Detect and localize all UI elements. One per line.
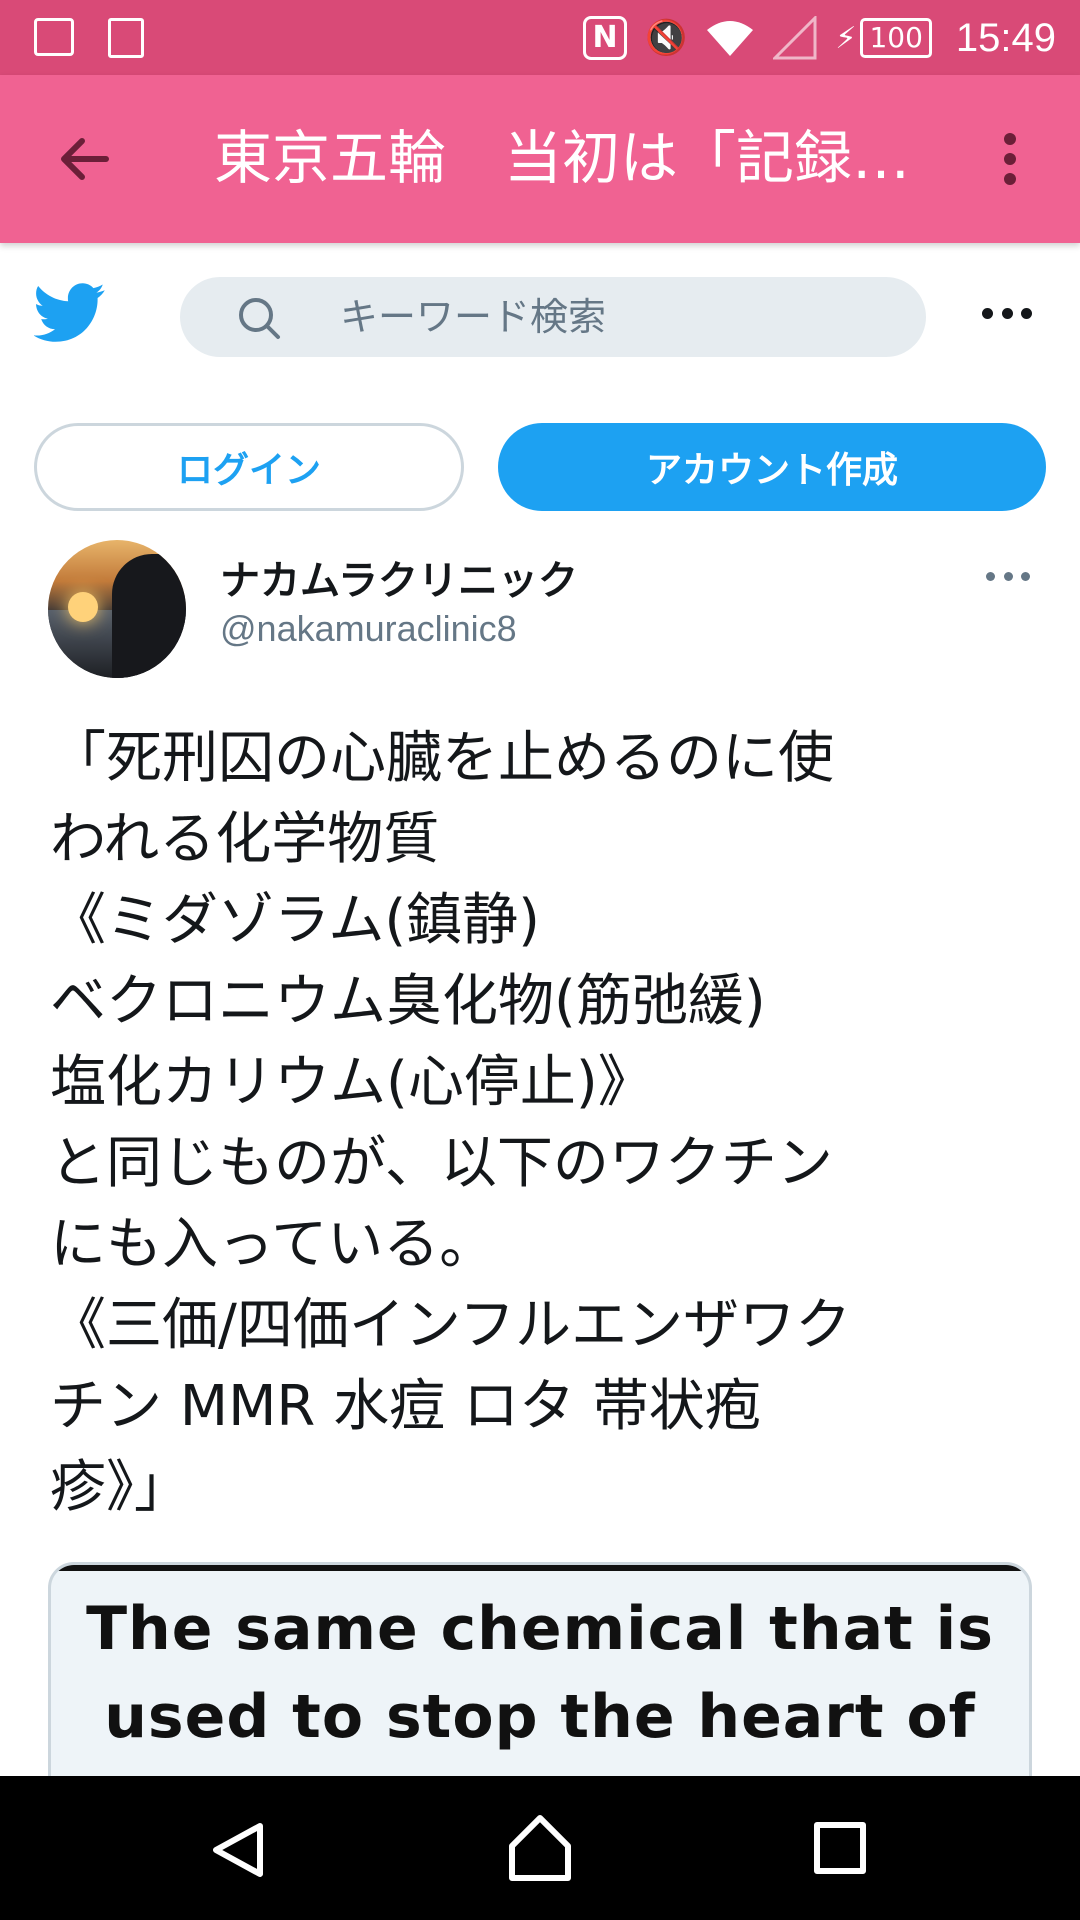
charging-icon: ⚡ — [835, 20, 857, 56]
tweet-text: 「死刑囚の心臓を止めるのに使 われる化学物質 《ミダゾラム(鎮静) ベクロニウム… — [50, 718, 1010, 1528]
notification-icon — [34, 18, 74, 56]
battery-level: 100 — [860, 18, 932, 58]
nav-recents-icon[interactable] — [814, 1822, 866, 1874]
username[interactable]: @nakamuraclinic8 — [220, 608, 517, 650]
tweet-text-line: 《三価/四価インフルエンザワク — [50, 1293, 852, 1358]
mute-icon: 🔇 — [645, 18, 688, 58]
twitter-bird-icon[interactable] — [34, 283, 106, 343]
media-text-line: The same chemical that is — [86, 1594, 994, 1664]
back-button[interactable] — [48, 123, 120, 195]
tweet-text-line: ベクロニウム臭化物(筋弛緩) — [50, 969, 766, 1034]
media-text-line: used to stop the heart of — [104, 1682, 976, 1752]
battery-indicator: ⚡ 100 — [835, 18, 932, 58]
status-bar: N 🔇 ⚡ 100 15:49 — [0, 0, 1080, 75]
more-horiz-icon — [982, 307, 993, 319]
signal-icon — [773, 16, 817, 60]
more-vert-icon — [1004, 133, 1016, 145]
system-navigation-bar — [0, 1776, 1080, 1920]
wifi-icon — [707, 21, 754, 56]
tweet-text-line: チン MMR 水痘 ロタ 帯状疱 — [50, 1374, 761, 1439]
more-options-button[interactable] — [982, 303, 1032, 323]
login-button[interactable]: ログイン — [34, 423, 464, 511]
arrow-left-icon — [61, 138, 109, 180]
search-input[interactable]: キーワード検索 — [340, 277, 606, 357]
nav-home-icon[interactable] — [506, 1812, 574, 1884]
share-icon — [108, 18, 144, 58]
tweet-text-line: 「死刑囚の心臓を止めるのに使 — [50, 726, 834, 791]
search-icon — [239, 298, 280, 339]
twitter-header: キーワード検索 — [0, 243, 1080, 393]
clock: 15:49 — [955, 15, 1056, 60]
display-name[interactable]: ナカムラクリニック — [220, 548, 578, 606]
tweet-text-line: と同じものが、以下のワクチン — [50, 1131, 833, 1196]
tweet-text-line: 《ミダゾラム(鎮静) — [50, 888, 541, 953]
tweet-text-line: 塩化カリウム(心停止)》 — [50, 1050, 654, 1115]
tweet-text-line: 疹》」 — [50, 1455, 190, 1520]
tweet-menu-button[interactable] — [986, 568, 1030, 584]
create-account-button[interactable]: アカウント作成 — [498, 423, 1046, 511]
nfc-icon: N — [583, 16, 628, 60]
more-horiz-icon — [986, 571, 995, 581]
app-bar: 東京五輪 当初は「記録… — [0, 75, 1080, 243]
search-bar[interactable]: キーワード検索 — [180, 277, 926, 357]
overflow-menu-button[interactable] — [990, 127, 1030, 191]
nav-back-icon[interactable] — [206, 1818, 270, 1882]
tweet-text-line: われる化学物質 — [50, 807, 440, 872]
page-title: 東京五輪 当初は「記録… — [214, 124, 911, 192]
avatar[interactable] — [48, 540, 186, 678]
tweet-text-line: にも入っている。 — [50, 1212, 496, 1277]
